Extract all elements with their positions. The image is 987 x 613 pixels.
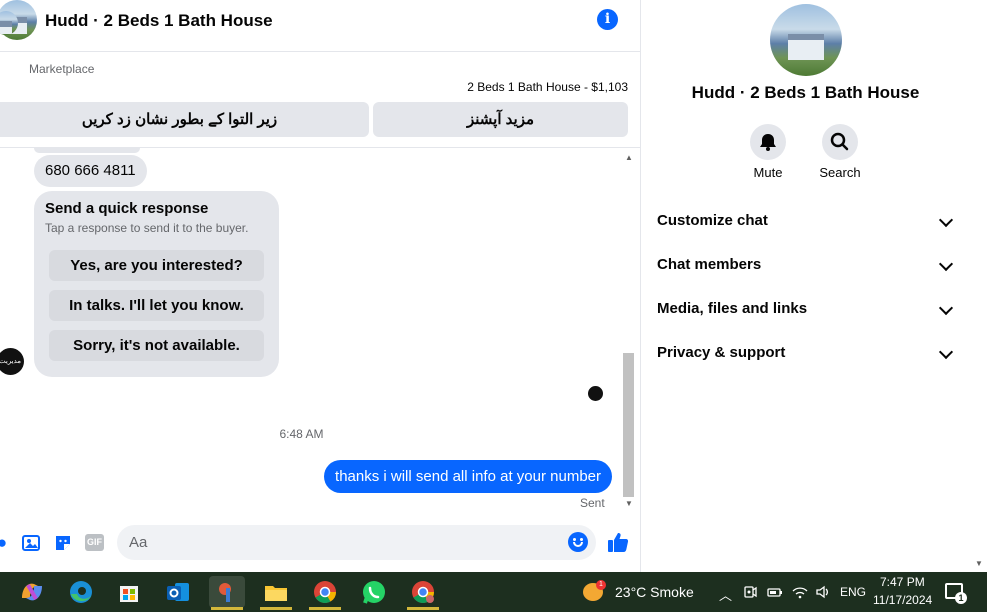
page-scrollbar[interactable] <box>970 0 987 572</box>
more-options-button[interactable]: مزید آپشنز <box>373 102 628 137</box>
whatsapp-icon[interactable] <box>356 576 392 608</box>
active-indicator <box>211 607 243 610</box>
section-customize-chat[interactable]: Customize chat <box>657 209 957 233</box>
weather-alert-badge: 1 <box>596 580 606 590</box>
clock-time[interactable]: 7:47 PM <box>880 575 925 589</box>
previous-message-bubble <box>34 148 140 153</box>
weather-widget[interactable]: 23°C Smoke <box>615 584 694 600</box>
gif-icon[interactable]: GIF <box>85 534 104 551</box>
search-label: Search <box>819 165 861 180</box>
weather-condition: Smoke <box>650 584 694 600</box>
photo-icon[interactable] <box>22 533 42 553</box>
like-thumb-icon[interactable] <box>607 531 629 553</box>
sticker-icon[interactable] <box>53 533 73 553</box>
taskbar <box>0 572 987 612</box>
sender-avatar[interactable]: مدیریت <box>0 348 24 375</box>
search-button[interactable] <box>822 124 858 160</box>
scrollbar-thumb[interactable] <box>623 353 634 497</box>
chevron-down-icon <box>938 300 954 316</box>
chevron-down-icon <box>938 256 954 272</box>
scroll-down-arrow-icon[interactable]: ▼ <box>625 499 633 508</box>
sent-status: Sent <box>580 496 605 510</box>
scroll-up-arrow-icon[interactable]: ▲ <box>625 153 633 162</box>
section-label: Customize chat <box>657 212 768 229</box>
scroll-down-arrow-icon[interactable]: ▼ <box>975 559 983 568</box>
section-privacy-support[interactable]: Privacy & support <box>657 341 957 365</box>
chrome-profile-icon[interactable] <box>405 576 441 608</box>
active-app-icon[interactable] <box>209 576 245 608</box>
meet-icon[interactable] <box>743 585 757 602</box>
search-icon <box>830 132 849 151</box>
outlook-icon[interactable] <box>160 576 196 608</box>
tray-chevron-up-icon[interactable]: ︿ <box>719 585 732 604</box>
section-media-files-links[interactable]: Media, files and links <box>657 297 957 321</box>
language-indicator[interactable]: ENG <box>840 585 866 599</box>
message-timestamp: 6:48 AM <box>279 427 324 441</box>
mute-button[interactable] <box>750 124 786 160</box>
read-receipt-avatar <box>588 386 603 401</box>
file-explorer-icon[interactable] <box>258 576 294 608</box>
battery-icon[interactable] <box>767 585 783 602</box>
phone-message-bubble[interactable]: 680 666 4811 <box>34 155 147 187</box>
section-chat-members[interactable]: Chat members <box>657 253 957 277</box>
quick-response-title: Send a quick response <box>45 200 209 217</box>
info-icon[interactable]: i <box>597 9 618 30</box>
profile-avatar[interactable] <box>770 4 842 76</box>
more-actions-icon[interactable]: ● <box>0 533 12 553</box>
running-indicator <box>260 607 292 610</box>
chevron-down-icon <box>938 344 954 360</box>
section-label: Chat members <box>657 256 762 273</box>
marketplace-label: Marketplace <box>29 62 95 76</box>
running-indicator <box>407 607 439 610</box>
mute-label: Mute <box>753 165 783 180</box>
quick-response-option[interactable]: Yes, are you interested? <box>49 250 264 281</box>
edge-icon[interactable] <box>63 576 99 608</box>
running-indicator <box>309 607 341 610</box>
volume-icon[interactable] <box>815 585 831 602</box>
section-label: Media, files and links <box>657 300 808 317</box>
quick-response-option[interactable]: In talks. I'll let you know. <box>49 290 264 321</box>
listing-title[interactable]: 2 Beds 1 Bath House - $1,103 <box>0 80 628 94</box>
wifi-icon[interactable] <box>792 585 808 602</box>
weather-temp: 23°C <box>615 584 647 600</box>
bell-icon <box>760 134 776 151</box>
sender-avatar-text: مدیریت <box>0 358 22 365</box>
chevron-down-icon <box>938 212 954 228</box>
emoji-icon[interactable] <box>568 532 588 552</box>
quick-response-subtitle: Tap a response to send it to the buyer. <box>45 221 249 235</box>
notification-count-badge: 1 <box>955 592 967 604</box>
mark-pending-button[interactable]: زیر التوا کے بطور نشان زد کریں <box>0 102 369 137</box>
chat-title[interactable]: Hudd · 2 Beds 1 Bath House <box>45 11 273 31</box>
clock-date[interactable]: 11/17/2024 <box>873 593 932 607</box>
sent-message-bubble[interactable]: thanks i will send all info at your numb… <box>324 460 612 493</box>
copilot-icon[interactable] <box>14 576 50 608</box>
store-icon[interactable] <box>111 576 147 608</box>
message-input[interactable] <box>117 525 596 560</box>
section-label: Privacy & support <box>657 344 786 361</box>
profile-name: Hudd · 2 Beds 1 Bath House <box>691 83 920 102</box>
quick-response-option[interactable]: Sorry, it's not available. <box>49 330 264 361</box>
chrome-icon[interactable] <box>307 576 343 608</box>
